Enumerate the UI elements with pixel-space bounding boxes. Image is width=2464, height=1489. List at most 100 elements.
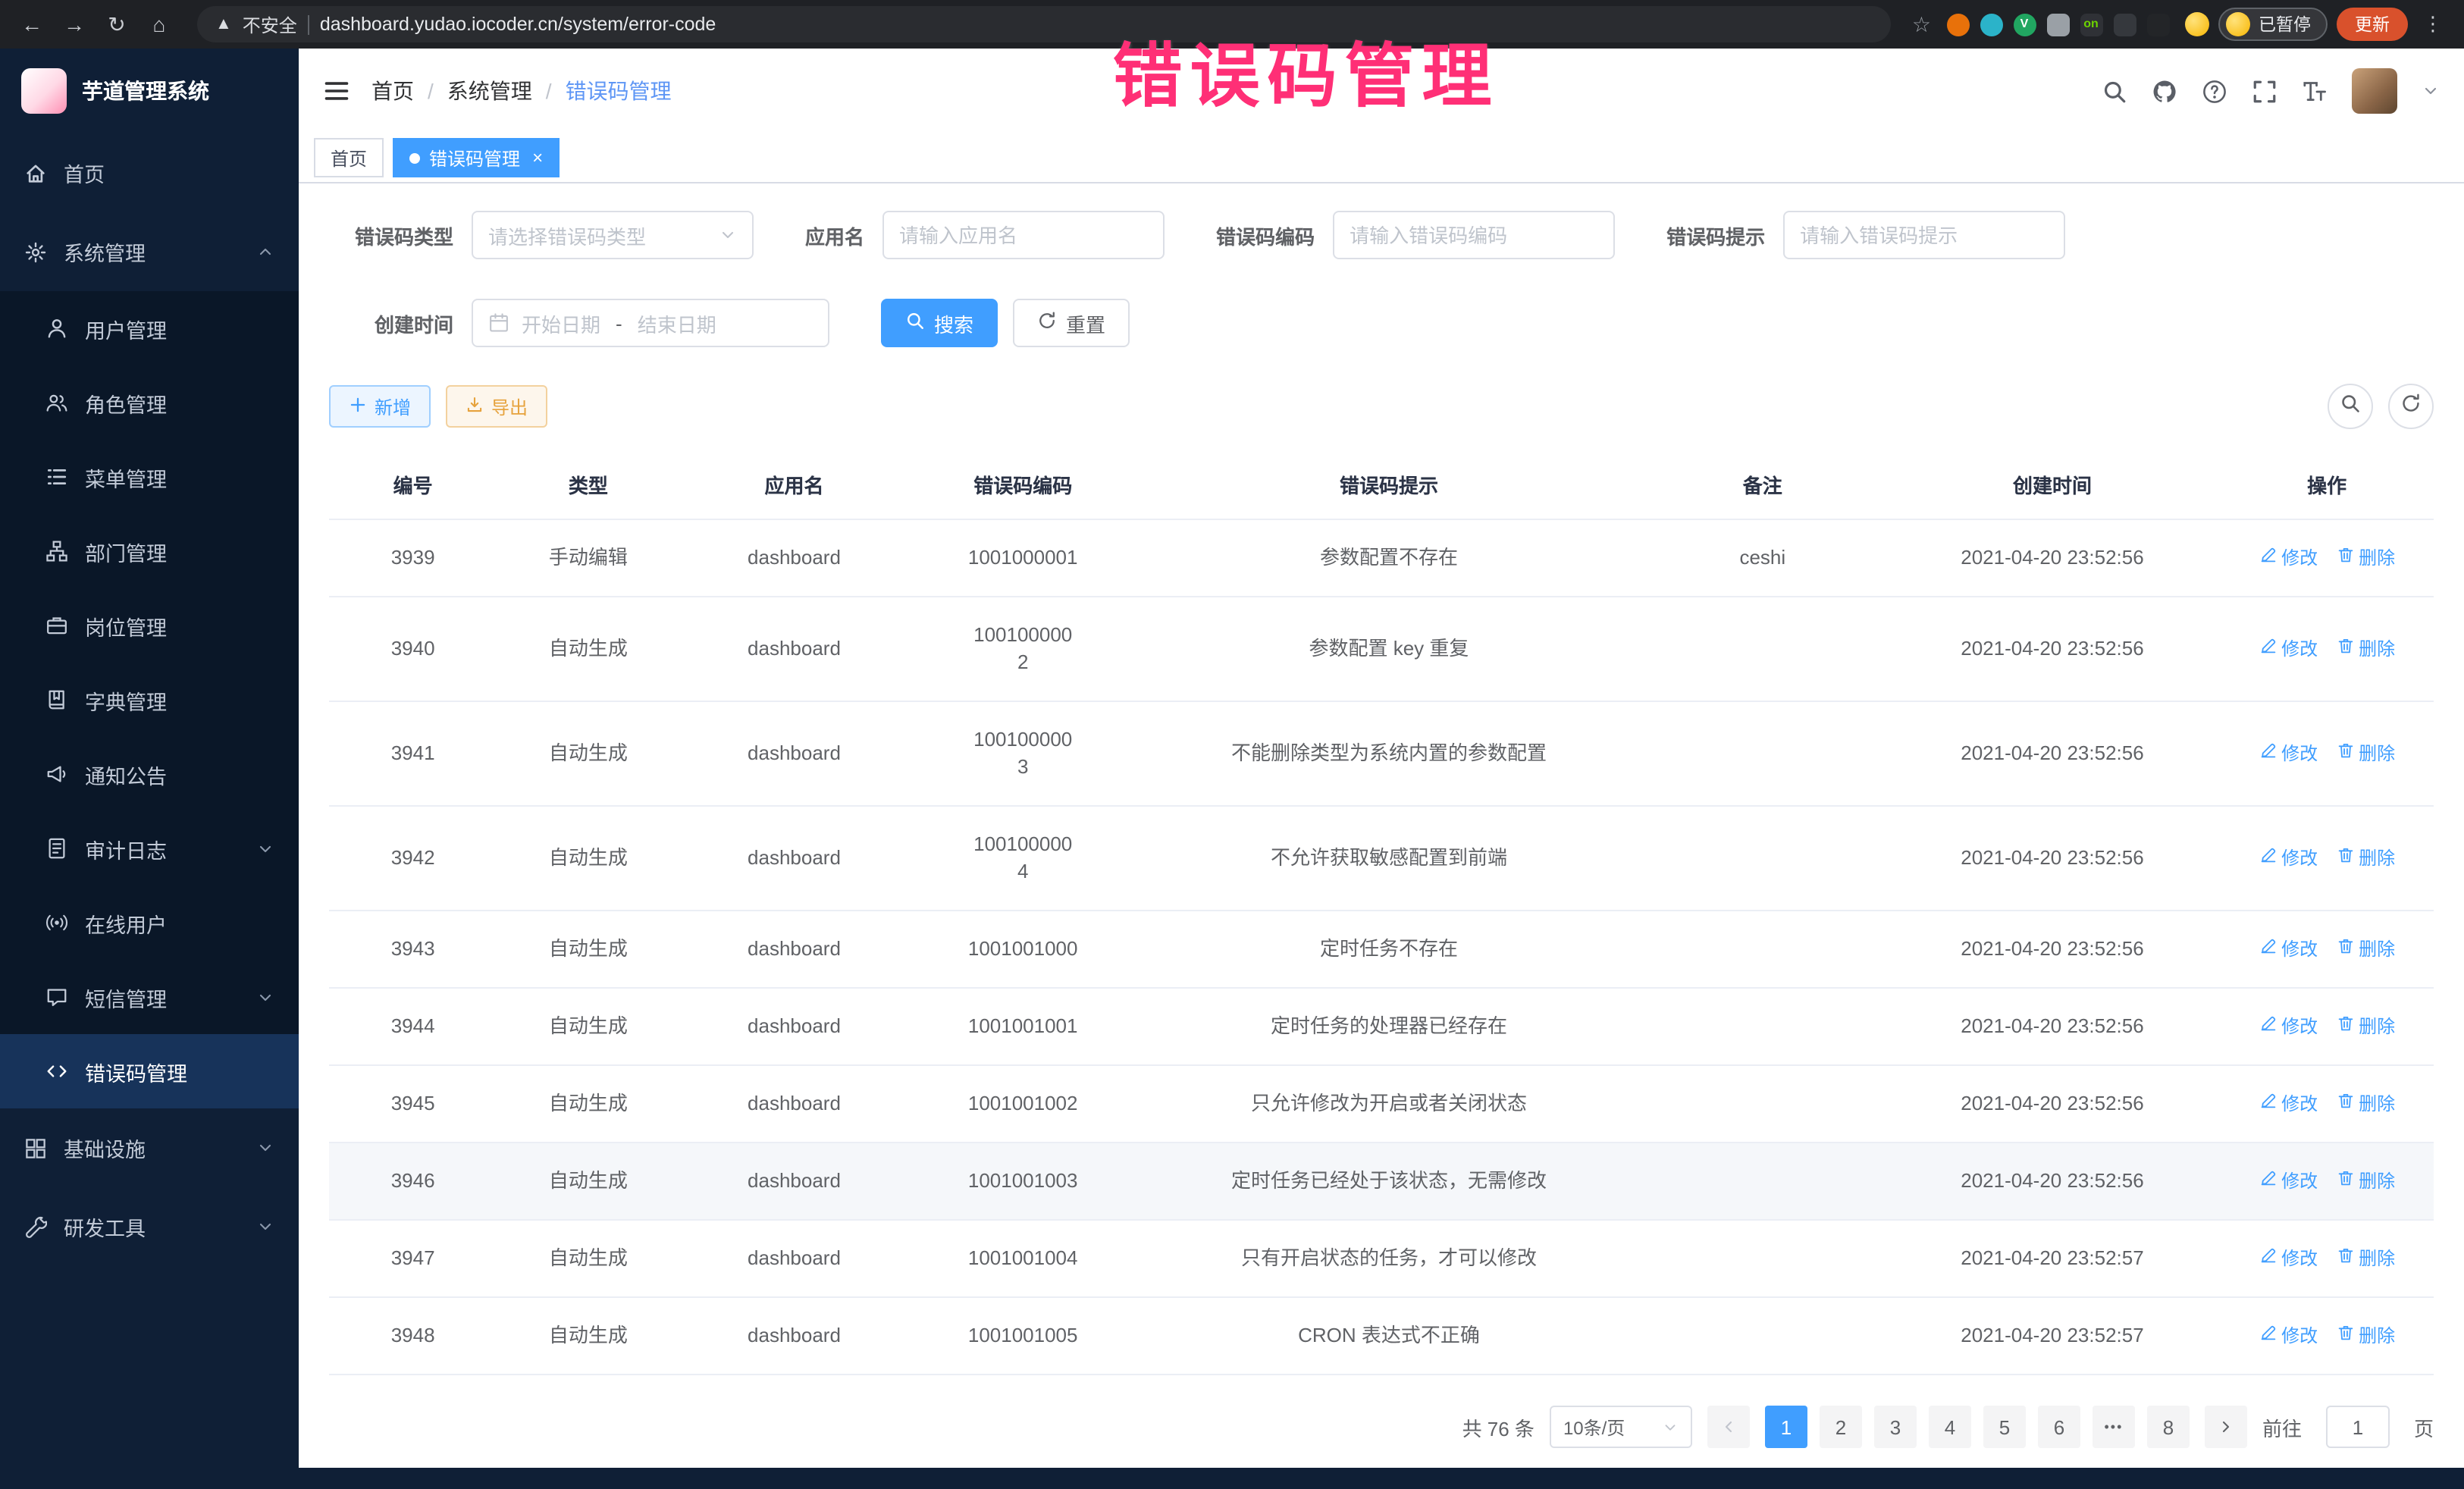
ext-icon-dark-green[interactable] xyxy=(2113,13,2136,36)
sidebar-item-post[interactable]: 岗位管理 xyxy=(0,588,299,663)
create-time-range-picker[interactable]: 开始日期 - 结束日期 xyxy=(472,299,829,347)
refresh-table-button[interactable] xyxy=(2388,384,2434,429)
sidebar-item-notice[interactable]: 通知公告 xyxy=(0,737,299,811)
breadcrumb-item[interactable]: 首页 xyxy=(371,76,414,106)
edit-link[interactable]: 修改 xyxy=(2259,1168,2318,1195)
error-type-select[interactable]: 请选择错误码类型 xyxy=(472,211,754,259)
page-button-8[interactable]: 8 xyxy=(2147,1406,2190,1448)
cell-actions: 修改删除 xyxy=(2220,1065,2434,1143)
edit-link[interactable]: 修改 xyxy=(2259,1322,2318,1350)
delete-link[interactable]: 删除 xyxy=(2336,740,2395,767)
extensions-puzzle-icon[interactable] xyxy=(2046,13,2069,36)
page-button-1[interactable]: 1 xyxy=(1765,1406,1807,1448)
next-page-button[interactable] xyxy=(2205,1406,2247,1448)
paused-badge[interactable]: 已暂停 xyxy=(2218,8,2328,41)
edit-link[interactable]: 修改 xyxy=(2259,845,2318,872)
browser-menu-icon[interactable]: ⋮ xyxy=(2417,12,2449,36)
ext-icon-dark[interactable] xyxy=(2146,13,2169,36)
edit-link[interactable]: 修改 xyxy=(2259,1013,2318,1040)
profile-emoji-avatar[interactable] xyxy=(2184,12,2209,36)
sidebar-item-online[interactable]: 在线用户 xyxy=(0,886,299,960)
address-bar[interactable]: ▲ 不安全 dashboard.yudao.iocoder.cn/system/… xyxy=(197,6,1891,42)
toggle-search-button[interactable] xyxy=(2328,384,2373,429)
error-code-input[interactable] xyxy=(1333,211,1615,259)
page-button-6[interactable]: 6 xyxy=(2038,1406,2080,1448)
home-icon[interactable]: ⌂ xyxy=(143,12,176,36)
delete-link[interactable]: 删除 xyxy=(2336,1090,2395,1118)
tab-error-code[interactable]: 错误码管理× xyxy=(393,138,560,177)
sidebar-item-dept[interactable]: 部门管理 xyxy=(0,514,299,588)
delete-link[interactable]: 删除 xyxy=(2336,936,2395,963)
bookmark-star-icon[interactable]: ☆ xyxy=(1912,11,1931,37)
table-row: 3941自动生成dashboard1001000003不能删除类型为系统内置的参… xyxy=(329,701,2434,806)
sidebar-item-sms[interactable]: 短信管理 xyxy=(0,960,299,1034)
ext-icon-on-badge[interactable]: on xyxy=(2080,13,2102,36)
error-code-table: 编号类型应用名错误码编码错误码提示备注创建时间操作 3939手动编辑dashbo… xyxy=(329,450,2434,1375)
chevron-down-icon[interactable] xyxy=(2422,82,2440,100)
page-button-4[interactable]: 4 xyxy=(1929,1406,1971,1448)
edit-link[interactable]: 修改 xyxy=(2259,740,2318,767)
sidebar-item-role[interactable]: 角色管理 xyxy=(0,365,299,440)
chevron-down-icon xyxy=(256,1139,274,1157)
edit-icon xyxy=(2259,1090,2277,1118)
delete-link[interactable]: 删除 xyxy=(2336,544,2395,572)
edit-link[interactable]: 修改 xyxy=(2259,635,2318,663)
delete-link[interactable]: 删除 xyxy=(2336,1245,2395,1272)
forward-icon[interactable]: → xyxy=(58,12,91,36)
cell-id: 3944 xyxy=(329,988,497,1065)
app-name-input[interactable] xyxy=(882,211,1165,259)
delete-link[interactable]: 删除 xyxy=(2336,635,2395,663)
back-icon[interactable]: ← xyxy=(15,12,49,36)
export-button[interactable]: 导出 xyxy=(446,385,547,428)
delete-link[interactable]: 删除 xyxy=(2336,845,2395,872)
sidebar-item-devtools[interactable]: 研发工具 xyxy=(0,1187,299,1266)
goto-page-input[interactable] xyxy=(2326,1406,2390,1448)
page-button-3[interactable]: 3 xyxy=(1874,1406,1917,1448)
sidebar-item-menu[interactable]: 菜单管理 xyxy=(0,440,299,514)
delete-link[interactable]: 删除 xyxy=(2336,1168,2395,1195)
cell-id: 3947 xyxy=(329,1220,497,1297)
edit-link[interactable]: 修改 xyxy=(2259,1090,2318,1118)
fullscreen-icon[interactable] xyxy=(2252,78,2277,104)
ext-icon-orange[interactable] xyxy=(1946,13,1969,36)
bottom-strip xyxy=(0,1468,2464,1489)
extension-icons: Von xyxy=(1946,13,2169,36)
error-hint-input[interactable] xyxy=(1783,211,2065,259)
delete-link[interactable]: 删除 xyxy=(2336,1013,2395,1040)
edit-link[interactable]: 修改 xyxy=(2259,936,2318,963)
sidebar-item-infra[interactable]: 基础设施 xyxy=(0,1108,299,1187)
ext-icon-teal[interactable] xyxy=(1980,13,2002,36)
sidebar-item-user[interactable]: 用户管理 xyxy=(0,291,299,365)
collapse-sidebar-icon[interactable] xyxy=(323,77,350,105)
breadcrumb-item[interactable]: 系统管理 xyxy=(447,76,532,106)
more-pages-icon[interactable]: ••• xyxy=(2093,1406,2135,1448)
cell-time: 2021-04-20 23:52:56 xyxy=(1885,911,2221,988)
github-icon[interactable] xyxy=(2152,78,2177,104)
ext-icon-green-v[interactable]: V xyxy=(2013,13,2036,36)
user-avatar[interactable] xyxy=(2352,68,2397,114)
reset-button[interactable]: 重置 xyxy=(1013,299,1130,347)
reload-icon[interactable]: ↻ xyxy=(100,11,133,37)
edit-link[interactable]: 修改 xyxy=(2259,544,2318,572)
edit-link[interactable]: 修改 xyxy=(2259,1245,2318,1272)
page-size-select[interactable]: 10条/页 xyxy=(1550,1406,1692,1448)
tab-home[interactable]: 首页 xyxy=(314,138,384,177)
sidebar-item-home[interactable]: 首页 xyxy=(0,133,299,212)
sidebar-item-dict[interactable]: 字典管理 xyxy=(0,663,299,737)
cell-hint: 只允许修改为开启或者关闭状态 xyxy=(1137,1065,1641,1143)
close-icon[interactable]: × xyxy=(532,147,543,168)
page-button-2[interactable]: 2 xyxy=(1820,1406,1862,1448)
delete-link[interactable]: 删除 xyxy=(2336,1322,2395,1350)
search-icon[interactable] xyxy=(2102,78,2127,104)
search-button[interactable]: 搜索 xyxy=(881,299,998,347)
add-button[interactable]: 新增 xyxy=(329,385,431,428)
sidebar-item-system[interactable]: 系统管理 xyxy=(0,212,299,291)
browser-update-button[interactable]: 更新 xyxy=(2337,8,2408,41)
help-icon[interactable] xyxy=(2202,78,2227,104)
font-size-icon[interactable] xyxy=(2302,78,2328,104)
sidebar-item-errorcode[interactable]: 错误码管理 xyxy=(0,1034,299,1108)
sidebar-item-audit[interactable]: 审计日志 xyxy=(0,811,299,886)
page-button-5[interactable]: 5 xyxy=(1983,1406,2026,1448)
calendar-icon xyxy=(488,312,509,334)
prev-page-button[interactable] xyxy=(1707,1406,1750,1448)
